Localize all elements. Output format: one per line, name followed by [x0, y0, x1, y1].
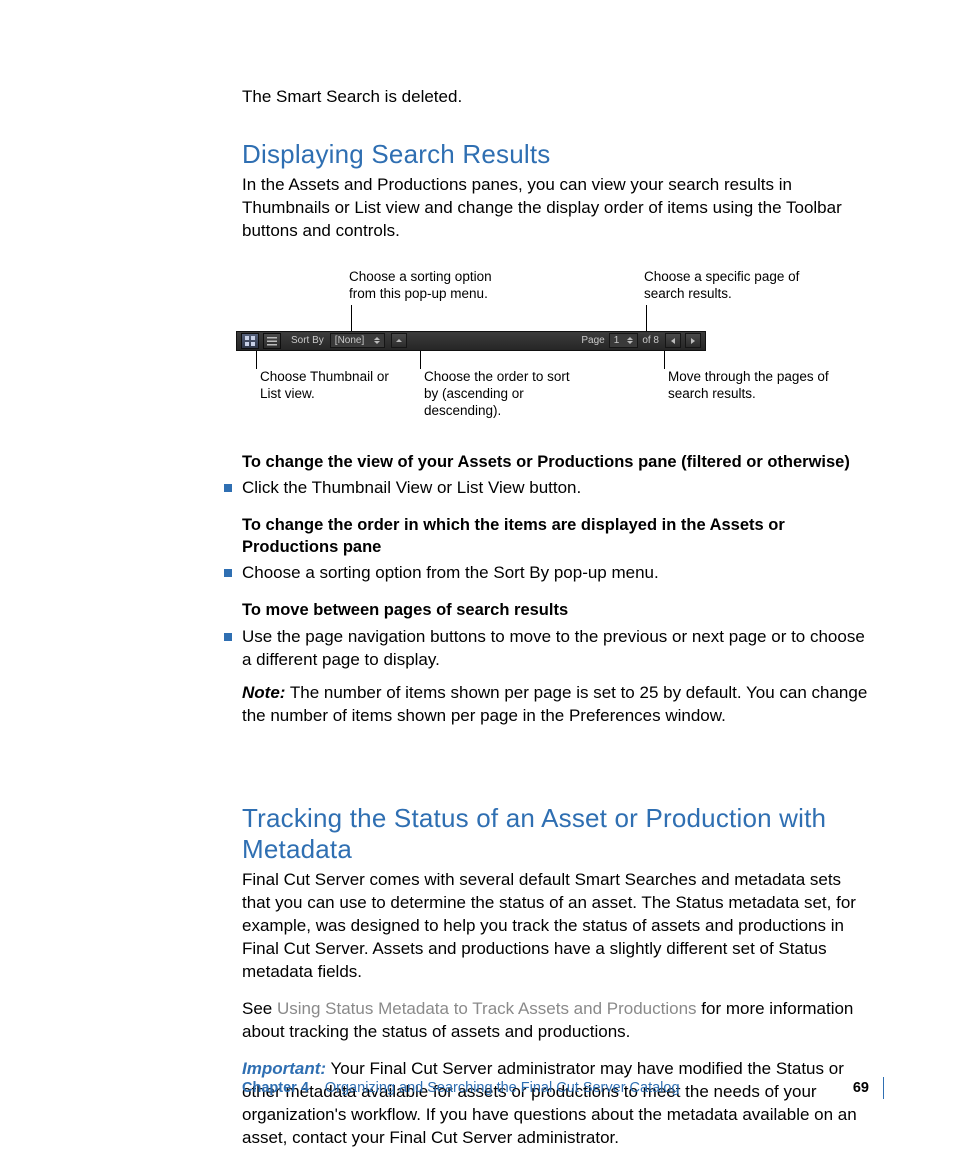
lead-line: [420, 351, 421, 369]
popup-arrows-icon: [627, 337, 633, 344]
note-label: Note:: [242, 683, 285, 702]
important-text: Your Final Cut Server administrator may …: [242, 1059, 857, 1147]
prev-page-button[interactable]: [665, 333, 681, 348]
intro-text: The Smart Search is deleted.: [242, 86, 872, 109]
important-paragraph: Important: Your Final Cut Server adminis…: [242, 1058, 872, 1150]
instr3-heading: To move between pages of search results: [242, 599, 872, 621]
callout-view-buttons: Choose Thumbnail or List view.: [260, 369, 390, 403]
sort-by-value: [None]: [335, 335, 364, 346]
sort-order-button[interactable]: [391, 333, 407, 348]
instr1-bullet: Click the Thumbnail View or List View bu…: [224, 477, 872, 500]
lead-line: [351, 305, 352, 332]
square-bullet-icon: [224, 569, 232, 577]
instr1-heading: To change the view of your Assets or Pro…: [242, 451, 872, 473]
footer-page-number: 69: [853, 1080, 869, 1096]
lead-line: [664, 351, 665, 369]
sort-order-icon: [396, 339, 402, 342]
section-heading-displaying: Displaying Search Results: [242, 139, 872, 170]
square-bullet-icon: [224, 633, 232, 641]
page-total-label: of 8: [642, 335, 659, 346]
page: The Smart Search is deleted. Displaying …: [0, 0, 954, 1145]
footer-chapter-title: Organizing and Searching the Final Cut S…: [325, 1080, 680, 1096]
popup-arrows-icon: [374, 337, 380, 344]
callout-sort-order: Choose the order to sort by (ascending o…: [424, 369, 574, 420]
page-current-value: 1: [614, 335, 620, 346]
instr3-bullet: Use the page navigation buttons to move …: [224, 626, 872, 672]
note-paragraph: Note: The number of items shown per page…: [242, 682, 872, 728]
lead-line: [646, 305, 647, 332]
section2-see: See Using Status Metadata to Track Asset…: [242, 998, 872, 1044]
callout-page-nav: Move through the pages of search results…: [668, 369, 838, 403]
page-select-popup[interactable]: 1: [609, 333, 639, 348]
next-page-button[interactable]: [685, 333, 701, 348]
page-label: Page: [581, 335, 604, 346]
page-footer: Chapter 4 Organizing and Searching the F…: [242, 1077, 884, 1099]
results-toolbar: Sort By [None] Page 1 of 8: [236, 331, 706, 351]
section2-para1: Final Cut Server comes with several defa…: [242, 869, 872, 984]
toolbar-diagram: Choose a sorting option from this pop-up…: [236, 257, 866, 437]
square-bullet-icon: [224, 484, 232, 492]
note-text: The number of items shown per page is se…: [242, 683, 867, 725]
spacer: [242, 741, 872, 773]
important-label: Important:: [242, 1059, 326, 1078]
instr2-bullet-text: Choose a sorting option from the Sort By…: [242, 562, 659, 585]
sort-by-popup[interactable]: [None]: [330, 333, 385, 348]
thumbnail-view-button[interactable]: [241, 333, 259, 349]
lead-line: [256, 351, 257, 369]
instr3-bullet-text: Use the page navigation buttons to move …: [242, 626, 872, 672]
instr2-bullet: Choose a sorting option from the Sort By…: [224, 562, 872, 585]
list-view-button[interactable]: [263, 333, 281, 349]
sort-by-label: Sort By: [291, 335, 324, 346]
see-prefix: See: [242, 999, 277, 1018]
section1-para: In the Assets and Productions panes, you…: [242, 174, 872, 243]
content-column: The Smart Search is deleted. Displaying …: [242, 86, 872, 1164]
footer-chapter: Chapter 4: [242, 1080, 309, 1096]
callout-sort-option: Choose a sorting option from this pop-up…: [349, 269, 509, 303]
instr2-heading: To change the order in which the items a…: [242, 514, 872, 559]
link-status-metadata[interactable]: Using Status Metadata to Track Assets an…: [277, 999, 697, 1018]
callout-specific-page: Choose a specific page of search results…: [644, 269, 804, 303]
instr1-bullet-text: Click the Thumbnail View or List View bu…: [242, 477, 581, 500]
triangle-right-icon: [691, 338, 695, 344]
section-heading-tracking: Tracking the Status of an Asset or Produ…: [242, 803, 872, 865]
triangle-left-icon: [671, 338, 675, 344]
